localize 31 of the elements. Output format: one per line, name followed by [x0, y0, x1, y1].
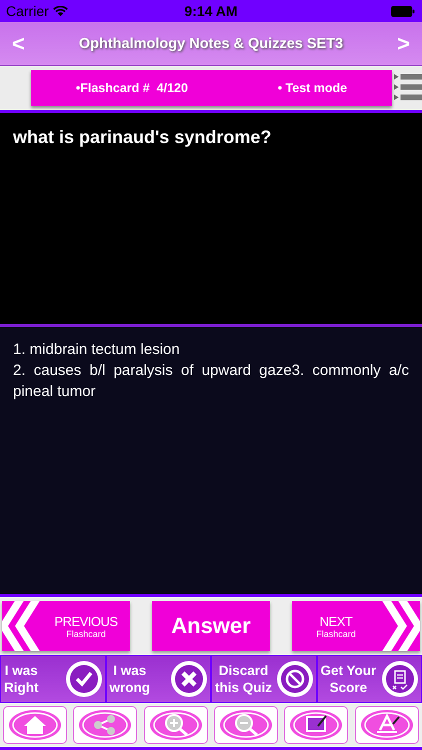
share-icon[interactable] [73, 706, 138, 744]
carrier-label: Carrier [6, 3, 49, 19]
flashcard-counter: •Flashcard # 4/120 [76, 81, 188, 95]
zoom-in-icon[interactable] [144, 706, 208, 744]
answer-button[interactable]: Answer [152, 601, 270, 651]
document-icon [385, 664, 415, 694]
answer-text: 1. midbrain tectum lesion [13, 340, 181, 360]
double-chevron-right-icon [380, 601, 420, 651]
right-button[interactable]: I was Right [0, 655, 106, 703]
wrong-button[interactable]: I was wrong [106, 655, 211, 703]
zoom-out-icon[interactable] [214, 706, 278, 744]
close-icon [174, 664, 204, 694]
answer-text: 2. causes b/l paralysis of upward gaze3. commonly a/c pineal tumor [13, 361, 409, 402]
wifi-icon [52, 6, 68, 16]
next-button[interactable]: NEXT Flashcard [292, 601, 420, 651]
home-icon[interactable] [3, 706, 68, 744]
page-title: Ophthalmology Notes & Quizzes SET3 [78, 36, 344, 52]
question-text: what is parinaud's syndrome? [13, 127, 272, 147]
back-button[interactable]: < [8, 30, 29, 56]
previous-button[interactable]: PREVIOUS Flashcard [2, 601, 130, 651]
double-chevron-left-icon [2, 601, 42, 651]
ban-icon [280, 664, 310, 694]
forward-button[interactable]: > [393, 30, 414, 56]
monitor-pen-icon[interactable] [284, 706, 348, 744]
score-button[interactable]: Get Your Score [316, 655, 422, 703]
discard-button[interactable]: Discard this Quiz [211, 655, 316, 703]
check-icon [68, 664, 98, 694]
time-label: 9:14 AM [183, 3, 239, 19]
letter-pen-icon[interactable] [354, 706, 419, 744]
battery-icon [390, 6, 416, 16]
mode-label: • Test mode [278, 81, 348, 95]
